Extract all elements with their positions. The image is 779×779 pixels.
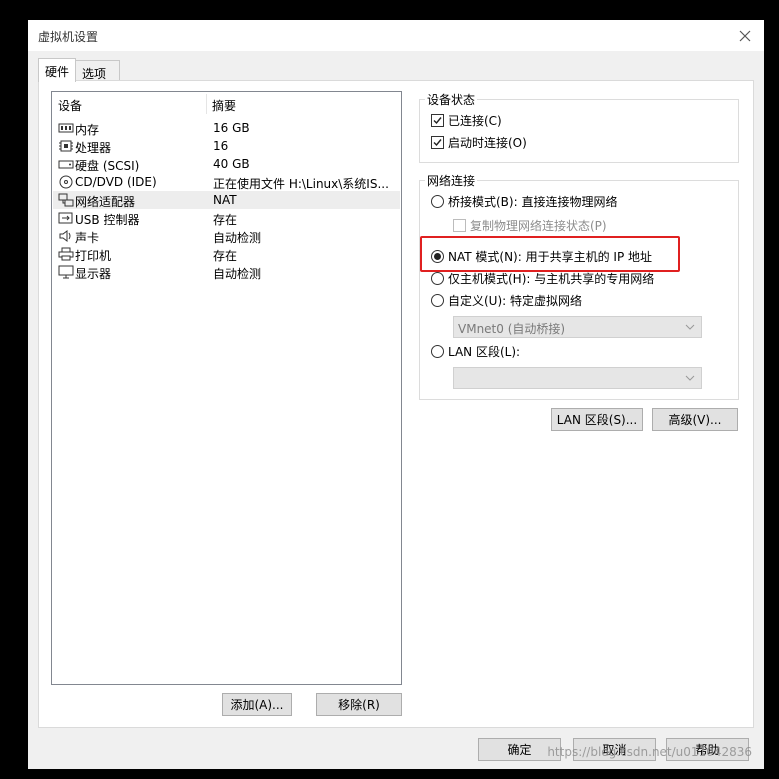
memory-icon [58, 121, 74, 135]
remove-device-button[interactable]: 移除(R) [316, 693, 402, 716]
custom-radio[interactable]: 自定义(U): 特定虚拟网络 [431, 292, 582, 309]
device-name: 处理器 [75, 141, 112, 155]
red-highlight-box [420, 236, 680, 272]
device-row-harddisk[interactable]: 硬盘 (SCSI) 40 GB [53, 155, 400, 173]
lan-segment-select[interactable] [453, 367, 702, 389]
radio-unselected-icon [431, 345, 444, 358]
device-row-usb[interactable]: USB 控制器 存在 [53, 209, 400, 227]
device-summary: 正在使用文件 H:\Linux\系统IS... [213, 177, 389, 191]
custom-label: 自定义(U): 特定虚拟网络 [448, 294, 583, 308]
custom-network-value: VMnet0 (自动桥接) [458, 322, 566, 336]
network-adapter-icon [58, 193, 74, 207]
connect-at-power-on-label: 启动时连接(O) [448, 136, 527, 150]
custom-network-select[interactable]: VMnet0 (自动桥接) [453, 316, 702, 338]
device-name: 硬盘 (SCSI) [75, 159, 140, 173]
device-status-group [419, 99, 739, 163]
host-only-label: 仅主机模式(H): 与主机共享的专用网络 [448, 272, 655, 286]
device-name: USB 控制器 [75, 213, 140, 227]
host-only-radio[interactable]: 仅主机模式(H): 与主机共享的专用网络 [431, 270, 654, 287]
device-row-memory[interactable]: 内存 16 GB [53, 119, 400, 137]
device-name: CD/DVD (IDE) [75, 175, 157, 189]
watermark: https://blog.csdn.net/u011042836 [547, 745, 752, 759]
chevron-down-icon [685, 321, 695, 335]
device-summary: 40 GB [213, 157, 250, 171]
device-name: 网络适配器 [75, 195, 136, 209]
close-icon[interactable] [734, 25, 756, 47]
device-status-label: 设备状态 [425, 91, 478, 108]
lan-segments-button[interactable]: LAN 区段(S)... [551, 408, 643, 431]
vm-settings-window: 虚拟机设置 硬件 选项 设备 摘要 内存 16 GB 处理器 16 硬盘 (SC… [28, 20, 764, 769]
replicate-state-checkbox[interactable]: 复制物理网络连接状态(P) [453, 217, 607, 234]
bridged-label: 桥接模式(B): 直接连接物理网络 [448, 195, 618, 209]
radio-unselected-icon [431, 294, 444, 307]
harddisk-icon [58, 157, 74, 171]
device-name: 内存 [75, 123, 100, 137]
checkbox-checked-icon [431, 136, 444, 149]
device-row-printer[interactable]: 打印机 存在 [53, 245, 400, 263]
tab-options[interactable]: 选项 [75, 60, 120, 81]
device-summary: NAT [213, 193, 237, 207]
lan-segment-label: LAN 区段(L): [448, 345, 521, 359]
device-summary: 16 [213, 139, 229, 153]
column-separator[interactable] [206, 94, 207, 114]
tab-hardware[interactable]: 硬件 [38, 58, 76, 82]
device-name: 打印机 [75, 249, 112, 263]
usb-icon [58, 211, 74, 225]
checkbox-checked-icon [431, 114, 444, 127]
connected-checkbox[interactable]: 已连接(C) [431, 112, 502, 129]
device-summary: 存在 [213, 213, 238, 227]
bridged-radio[interactable]: 桥接模式(B): 直接连接物理网络 [431, 193, 617, 210]
device-row-display[interactable]: 显示器 自动检测 [53, 263, 400, 281]
network-connection-label: 网络连接 [425, 172, 478, 189]
cd-dvd-icon [58, 175, 74, 189]
summary-column-header[interactable]: 摘要 [212, 97, 236, 114]
title-bar: 虚拟机设置 [28, 20, 764, 51]
window-title: 虚拟机设置 [38, 30, 99, 44]
add-device-button[interactable]: 添加(A)... [222, 693, 292, 716]
device-name: 显示器 [75, 267, 112, 281]
device-row-cd-dvd[interactable]: CD/DVD (IDE) 正在使用文件 H:\Linux\系统IS... [53, 173, 400, 191]
chevron-down-icon [685, 372, 695, 386]
display-icon [58, 265, 74, 279]
device-summary: 存在 [213, 249, 238, 263]
device-list: 设备 摘要 内存 16 GB 处理器 16 硬盘 (SCSI) 40 GB CD… [51, 91, 402, 685]
replicate-state-label: 复制物理网络连接状态(P) [470, 219, 607, 233]
device-summary: 16 GB [213, 121, 250, 135]
printer-icon [58, 247, 74, 261]
device-column-header[interactable]: 设备 [58, 97, 82, 114]
device-name: 声卡 [75, 231, 100, 245]
radio-unselected-icon [431, 195, 444, 208]
checkbox-unchecked-icon [453, 219, 466, 232]
device-row-sound-card[interactable]: 声卡 自动检测 [53, 227, 400, 245]
cpu-icon [58, 139, 74, 153]
connected-label: 已连接(C) [448, 114, 502, 128]
sound-card-icon [58, 229, 74, 243]
tab-options-label: 选项 [82, 67, 107, 81]
device-row-network-adapter[interactable]: 网络适配器 NAT [53, 191, 400, 209]
radio-unselected-icon [431, 272, 444, 285]
device-list-header: 设备 摘要 [52, 92, 401, 116]
advanced-button[interactable]: 高级(V)... [652, 408, 738, 431]
connect-at-power-on-checkbox[interactable]: 启动时连接(O) [431, 134, 527, 151]
hardware-panel: 设备 摘要 内存 16 GB 处理器 16 硬盘 (SCSI) 40 GB CD… [38, 80, 754, 728]
device-summary: 自动检测 [213, 231, 262, 245]
device-summary: 自动检测 [213, 267, 262, 281]
tab-hardware-label: 硬件 [45, 65, 70, 79]
device-row-processor[interactable]: 处理器 16 [53, 137, 400, 155]
lan-segment-radio[interactable]: LAN 区段(L): [431, 343, 520, 360]
